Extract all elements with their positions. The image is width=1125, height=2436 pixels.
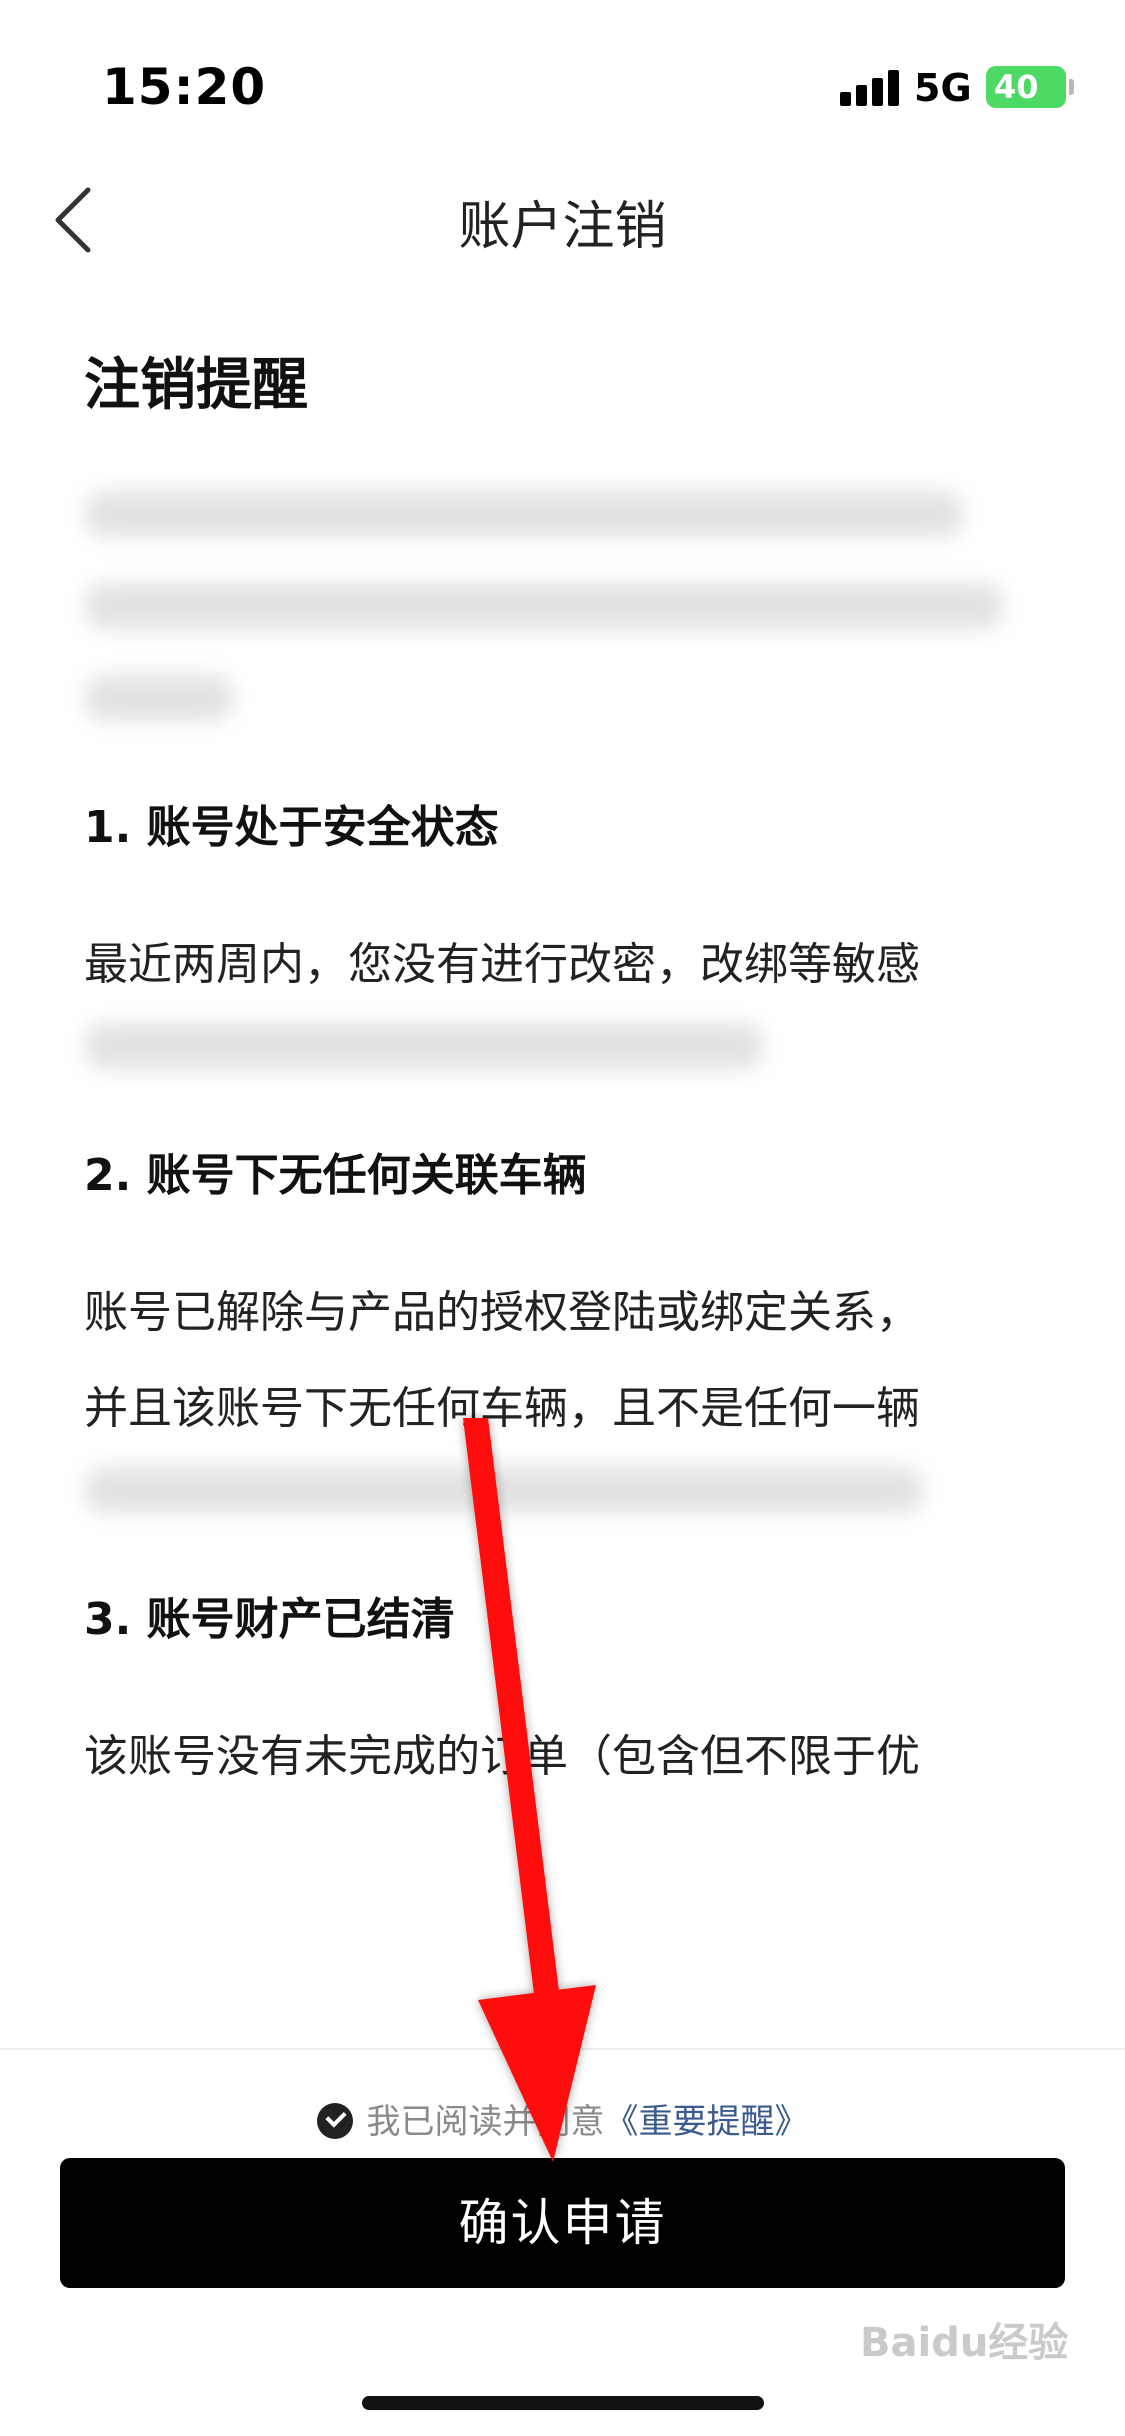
watermark: Baidu经验	[860, 2320, 1069, 2366]
item-heading: 1. 账号处于安全状态	[84, 802, 499, 853]
blurred-text	[84, 491, 964, 537]
item-heading: 2. 账号下无任何关联车辆	[84, 1150, 587, 1201]
item-heading: 3. 账号财产已结清	[84, 1594, 455, 1645]
battery-level: 40	[994, 68, 1039, 106]
confirm-apply-button[interactable]: 确认申请	[60, 2158, 1065, 2288]
checkbox-checked-icon[interactable]	[316, 2102, 353, 2139]
status-time: 15:20	[102, 58, 267, 116]
page-title: 账户注销	[458, 197, 667, 257]
battery-icon: 40	[986, 66, 1074, 108]
item-text: 该账号没有未完成的订单（包含但不限于优	[84, 1731, 920, 1782]
blurred-text	[84, 1467, 924, 1513]
nav-bar: 账户注销	[0, 160, 1125, 280]
important-notice-link[interactable]: 《重要提醒》	[605, 2102, 809, 2142]
blurred-text	[84, 1023, 764, 1069]
section-title: 注销提醒	[84, 353, 308, 418]
agree-text: 我已阅读并同意	[366, 2102, 605, 2142]
item-text: 并且该账号下无任何车辆，且不是任何一辆	[84, 1383, 920, 1434]
signal-icon	[840, 70, 900, 106]
blurred-text	[84, 583, 1004, 629]
status-bar: 15:20 5G 40	[0, 0, 1125, 150]
network-label: 5G	[914, 66, 972, 110]
item-text: 账号已解除与产品的授权登陆或绑定关系，	[84, 1287, 920, 1338]
home-indicator	[362, 2396, 764, 2410]
item-text: 最近两周内，您没有进行改密，改绑等敏感	[84, 939, 920, 990]
bottom-action-area: 我已阅读并同意《重要提醒》 确认申请	[0, 2048, 1125, 2436]
agreement-row[interactable]: 我已阅读并同意《重要提醒》	[0, 2094, 1125, 2143]
notice-content: 注销提醒 1. 账号处于安全状态 最近两周内，您没有进行改密，改绑等敏感 2. …	[84, 340, 1044, 1805]
blurred-text	[84, 675, 234, 721]
